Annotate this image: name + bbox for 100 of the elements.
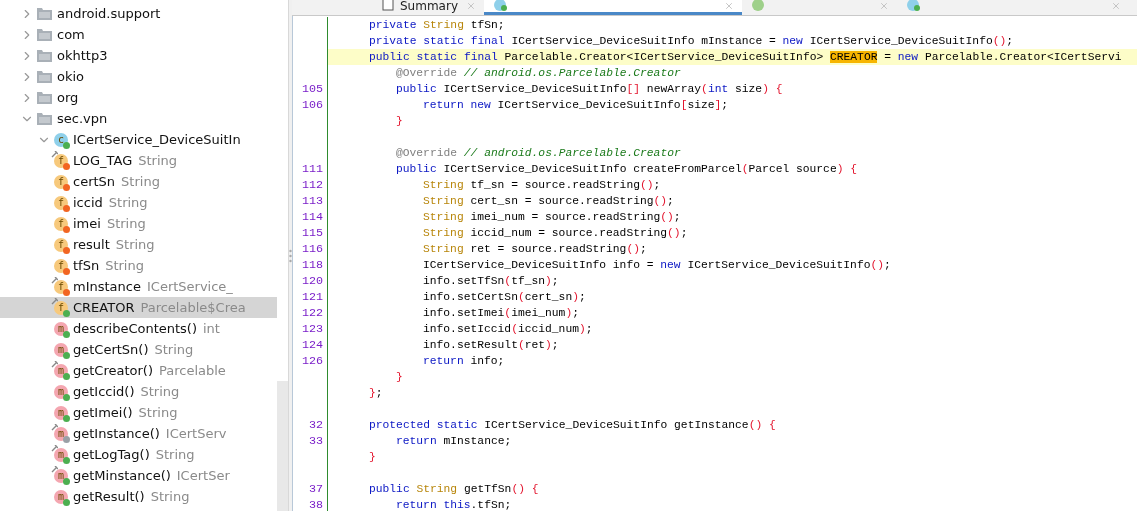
code-line: String iccid_num = source.readString(); — [422, 226, 688, 241]
code-line: private String tfSn; — [368, 18, 505, 33]
folder-icon — [37, 7, 52, 20]
code-line: } — [395, 114, 403, 129]
tree-item[interactable]: okhttp3 — [0, 45, 277, 66]
method-icon: m — [54, 363, 68, 378]
code-line: public ICertService_DeviceSuitInfo createFromParcel(Parcel source) { — [395, 162, 858, 177]
tree-item[interactable]: m describeContents() int — [0, 318, 277, 339]
line-number: 113 — [300, 193, 324, 209]
code-line: protected static ICertService_DeviceSuitInfo getInstance() { — [368, 418, 776, 433]
tree-item[interactable]: f imei String — [0, 213, 277, 234]
field-icon: f — [54, 174, 68, 189]
method-icon: m — [54, 384, 68, 399]
method-icon: m — [54, 405, 68, 420]
tree-item[interactable]: f LOG_TAG String — [0, 150, 277, 171]
line-number: 33 — [307, 433, 324, 449]
tree-item[interactable]: sec.vpn — [0, 108, 277, 129]
folder-icon — [37, 112, 52, 125]
close-icon[interactable] — [724, 1, 734, 11]
method-icon: m — [54, 321, 68, 336]
class-icon: c — [54, 132, 68, 147]
code-line: return mInstance; — [395, 434, 512, 449]
code-line: String cert_sn = source.readString(); — [422, 194, 674, 209]
tree-item[interactable]: f CREATOR Parcelable$Crea — [0, 297, 277, 318]
tree-item[interactable]: com — [0, 24, 277, 45]
method-icon: m — [54, 447, 68, 462]
field-icon: f — [54, 300, 68, 315]
tree-item[interactable]: m getCertSn() String — [0, 339, 277, 360]
code-line: String tf_sn = source.readString(); — [422, 178, 661, 193]
tree-item[interactable]: m getLogTag() String — [0, 444, 277, 465]
method-icon: m — [54, 489, 68, 504]
code-line: return info; — [422, 354, 505, 369]
code-line: public String getTfSn() { — [368, 482, 539, 497]
tree-item[interactable]: m getCreator() Parcelable — [0, 360, 277, 381]
field-icon: f — [54, 258, 68, 273]
tree-item[interactable]: f mInstance ICertService_ — [0, 276, 277, 297]
line-number: 120 — [300, 273, 324, 289]
code-line: String ret = source.readString(); — [422, 242, 647, 257]
line-number: 118 — [300, 257, 324, 273]
folder-icon — [37, 91, 52, 104]
line-number: 37 — [307, 481, 324, 497]
code-line: info.setImei(imei_num); — [422, 306, 579, 321]
code-line: } — [368, 450, 376, 465]
tree-item[interactable]: c ICertService_DeviceSuitIn — [0, 129, 277, 150]
code-line: return new ICertService_DeviceSuitInfo[size]; — [422, 98, 729, 113]
line-number: 38 — [307, 497, 324, 511]
folder-icon — [37, 28, 52, 41]
tree-item[interactable]: okio — [0, 66, 277, 87]
tree-item[interactable]: f iccid String — [0, 192, 277, 213]
line-number: 114 — [300, 209, 324, 225]
line-number: 123 — [300, 321, 324, 337]
folder-icon — [37, 49, 52, 62]
scrollbar[interactable] — [277, 381, 288, 511]
code-line: @Override // android.os.Parcelable.Creator — [395, 146, 681, 161]
field-icon: f — [54, 195, 68, 210]
class-icon — [907, 0, 920, 11]
document-icon — [382, 0, 394, 11]
line-number: 121 — [300, 289, 324, 305]
tree-item[interactable]: m getMinstance() ICertSer — [0, 465, 277, 486]
code-line: public static final Parcelable.Creator<ICertService_DeviceSuitInfo> CREATOR = new Parcelable.Creator<ICertServi — [368, 50, 1122, 65]
tree-item[interactable]: org — [0, 87, 277, 108]
tree-item[interactable]: f certSn String — [0, 171, 277, 192]
field-icon: f — [54, 153, 68, 168]
method-icon: m — [54, 342, 68, 357]
code-line: private static final ICertService_DeviceSuitInfo mInstance = new ICertService_DeviceSuitInfo(); — [368, 34, 1014, 49]
code-line: info.setTfSn(tf_sn); — [422, 274, 559, 289]
tree-item[interactable]: m getIccid() String — [0, 381, 277, 402]
close-icon[interactable] — [1111, 1, 1121, 11]
folder-icon — [37, 70, 52, 83]
tree-item[interactable]: m getInstance() ICertServ — [0, 423, 277, 444]
class-icon — [494, 0, 507, 11]
line-number: 124 — [300, 337, 324, 353]
line-number: 115 — [300, 225, 324, 241]
field-icon: f — [54, 216, 68, 231]
line-number: 126 — [300, 353, 324, 369]
line-number: 122 — [300, 305, 324, 321]
line-number: 111 — [300, 161, 324, 177]
field-icon: f — [54, 237, 68, 252]
tree-item[interactable]: m getResult() String — [0, 486, 277, 507]
code-line: return this.tfSn; — [395, 498, 512, 511]
code-line: info.setResult(ret); — [422, 338, 559, 353]
method-icon: m — [54, 426, 68, 441]
editor-tab[interactable] — [484, 0, 742, 15]
close-icon[interactable] — [879, 1, 889, 11]
code-line: public ICertService_DeviceSuitInfo[] newArray(int size) { — [395, 82, 783, 97]
code-line: }; — [368, 386, 383, 401]
code-line: } — [395, 370, 403, 385]
tree-item[interactable]: android.support — [0, 3, 277, 24]
tree-item[interactable]: f tfSn String — [0, 255, 277, 276]
line-number: 112 — [300, 177, 324, 193]
close-icon[interactable] — [466, 1, 476, 11]
tree-item[interactable]: f result String — [0, 234, 277, 255]
code-line: info.setIccid(iccid_num); — [422, 322, 593, 337]
code-line: @Override // android.os.Parcelable.Creator — [395, 66, 681, 81]
code-line: String imei_num = source.readString(); — [422, 210, 681, 225]
tree-item[interactable]: m getImei() String — [0, 402, 277, 423]
line-number: 116 — [300, 241, 324, 257]
editor-tab[interactable]: Summary — [372, 0, 484, 15]
splitter-handle-icon[interactable] — [289, 248, 292, 263]
line-number: 106 — [300, 97, 324, 113]
